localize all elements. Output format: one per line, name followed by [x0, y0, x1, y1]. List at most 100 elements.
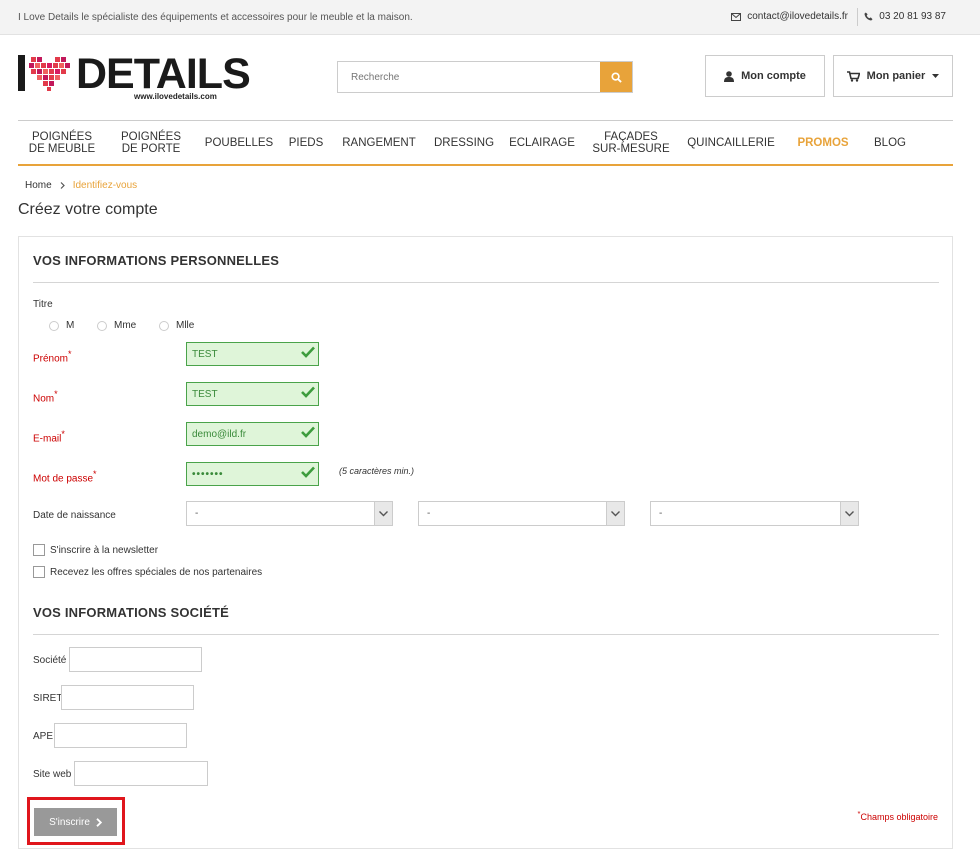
nav-item-poubelles[interactable]: POUBELLES — [198, 121, 280, 165]
nav-item-eclairage[interactable]: ECLAIRAGE — [504, 121, 580, 165]
password-label: Mot de passe* — [33, 469, 97, 485]
title-option-label: Mme — [114, 320, 137, 331]
nav-item-pieds[interactable]: PIEDS — [283, 121, 329, 165]
partners-checkbox[interactable]: Recevez les offres spéciales de nos part… — [33, 566, 262, 578]
birth-year-value: - — [659, 508, 663, 519]
top-bar: I Love Details le spécialiste des équipe… — [0, 0, 980, 35]
password-hint: (5 caractères min.) — [339, 466, 415, 476]
siret-label: SIRET — [33, 693, 63, 704]
check-icon — [301, 346, 315, 358]
firstname-value: TEST — [192, 348, 218, 360]
chevron-down-icon — [606, 502, 624, 525]
ape-label: APE — [33, 731, 54, 742]
ape-input[interactable] — [54, 723, 187, 748]
title-radio-mme[interactable]: Mme — [97, 320, 136, 331]
contact-phone: 03 20 81 93 87 — [864, 11, 946, 22]
birth-month-select[interactable]: - — [418, 501, 625, 526]
title-option-label: Mlle — [176, 320, 195, 331]
chevron-right-icon — [60, 182, 65, 189]
chevron-down-icon — [374, 502, 392, 525]
account-label: Mon compte — [741, 70, 806, 82]
title-option-label: M — [66, 320, 75, 331]
checkbox-box — [33, 566, 45, 578]
email-label: E-mail* — [33, 429, 65, 445]
search-button[interactable] — [600, 62, 632, 92]
chevron-down-icon — [840, 502, 858, 525]
firstname-input[interactable]: TEST — [186, 342, 319, 366]
birth-month-value: - — [427, 508, 431, 519]
search-icon — [610, 71, 622, 83]
section-divider — [33, 282, 939, 283]
nav-item-dressing[interactable]: DRESSING — [428, 121, 500, 165]
company-input[interactable] — [69, 647, 202, 672]
partners-label: Recevez les offres spéciales de nos part… — [50, 566, 263, 578]
title-radio-m[interactable]: M — [49, 320, 74, 331]
account-form: VOS INFORMATIONS PERSONNELLES Titre M Mm… — [18, 236, 953, 849]
phone-icon — [864, 12, 873, 21]
company-info-heading: VOS INFORMATIONS SOCIÉTÉ — [33, 605, 229, 620]
submit-label: S'inscrire — [49, 816, 90, 828]
birth-day-value: - — [195, 508, 199, 519]
firstname-label: Prénom* — [33, 349, 72, 365]
required-fields-note: *Champs obligatoire — [857, 809, 938, 822]
check-icon — [301, 426, 315, 438]
lastname-input[interactable]: TEST — [186, 382, 319, 406]
submit-highlight: S'inscrire — [27, 797, 125, 845]
breadcrumb: Home Identifiez-vous — [25, 180, 137, 191]
chevron-right-icon — [96, 817, 102, 827]
user-icon — [724, 70, 735, 82]
nav-item-rangement[interactable]: RANGEMENT — [334, 121, 424, 165]
nav-item-poignees-meuble[interactable]: POIGNÉES DE MEUBLE — [18, 121, 106, 165]
logo-url: www.ilovedetails.com — [134, 92, 217, 101]
account-button[interactable]: Mon compte — [705, 55, 825, 97]
breadcrumb-home[interactable]: Home — [25, 180, 52, 191]
phone-number: 03 20 81 93 87 — [879, 11, 946, 22]
personal-info-heading: VOS INFORMATIONS PERSONNELLES — [33, 253, 280, 268]
site-logo[interactable]: DETAILS www.ilovedetails.com — [18, 50, 251, 102]
page-title: Créez votre compte — [18, 201, 158, 218]
nav-item-promos[interactable]: PROMOS — [788, 121, 858, 165]
birth-year-select[interactable]: - — [650, 501, 859, 526]
nav-item-poignees-porte[interactable]: POIGNÉES DE PORTE — [107, 121, 195, 165]
website-input[interactable] — [74, 761, 208, 786]
cart-label: Mon panier — [866, 70, 926, 82]
caret-down-icon — [932, 74, 940, 78]
cart-icon — [846, 70, 860, 82]
site-tagline: I Love Details le spécialiste des équipe… — [18, 12, 413, 23]
email-input[interactable]: demo@ild.fr — [186, 422, 319, 446]
check-icon — [301, 466, 315, 478]
company-label: Société — [33, 655, 67, 666]
nav-item-quincaillerie[interactable]: QUINCAILLERIE — [684, 121, 778, 165]
password-input[interactable]: ••••••• — [186, 462, 319, 486]
birthdate-label: Date de naissance — [33, 510, 116, 521]
radio-circle — [97, 320, 107, 331]
website-label: Site web — [33, 769, 72, 780]
contact-email-link[interactable]: contact@ilovedetails.fr — [731, 11, 848, 22]
heart-logo-icon — [29, 57, 70, 91]
logo-letter-i — [18, 55, 25, 91]
contact-email: contact@ilovedetails.fr — [747, 11, 848, 22]
check-icon — [301, 386, 315, 398]
checkbox-box — [33, 544, 45, 556]
divider — [857, 8, 858, 26]
radio-circle — [159, 320, 169, 331]
nav-item-facades[interactable]: FAÇADES SUR-MESURE — [580, 121, 682, 165]
search-bar — [337, 61, 633, 93]
password-value: ••••••• — [192, 468, 224, 480]
title-radio-mlle[interactable]: Mlle — [159, 320, 194, 331]
newsletter-label: S'inscrire à la newsletter — [50, 544, 159, 556]
birth-day-select[interactable]: - — [186, 501, 393, 526]
newsletter-checkbox[interactable]: S'inscrire à la newsletter — [33, 544, 158, 556]
radio-circle — [49, 320, 59, 331]
main-nav: POIGNÉES DE MEUBLE POIGNÉES DE PORTE POU… — [18, 120, 953, 166]
cart-button[interactable]: Mon panier — [833, 55, 953, 97]
nav-item-blog[interactable]: BLOG — [866, 121, 914, 165]
siret-input[interactable] — [61, 685, 194, 710]
search-input[interactable] — [338, 62, 601, 92]
title-label: Titre — [33, 299, 53, 310]
email-value: demo@ild.fr — [192, 428, 247, 440]
submit-button[interactable]: S'inscrire — [34, 808, 117, 836]
section-divider — [33, 634, 939, 635]
breadcrumb-current: Identifiez-vous — [72, 180, 138, 191]
envelope-icon — [731, 12, 742, 21]
